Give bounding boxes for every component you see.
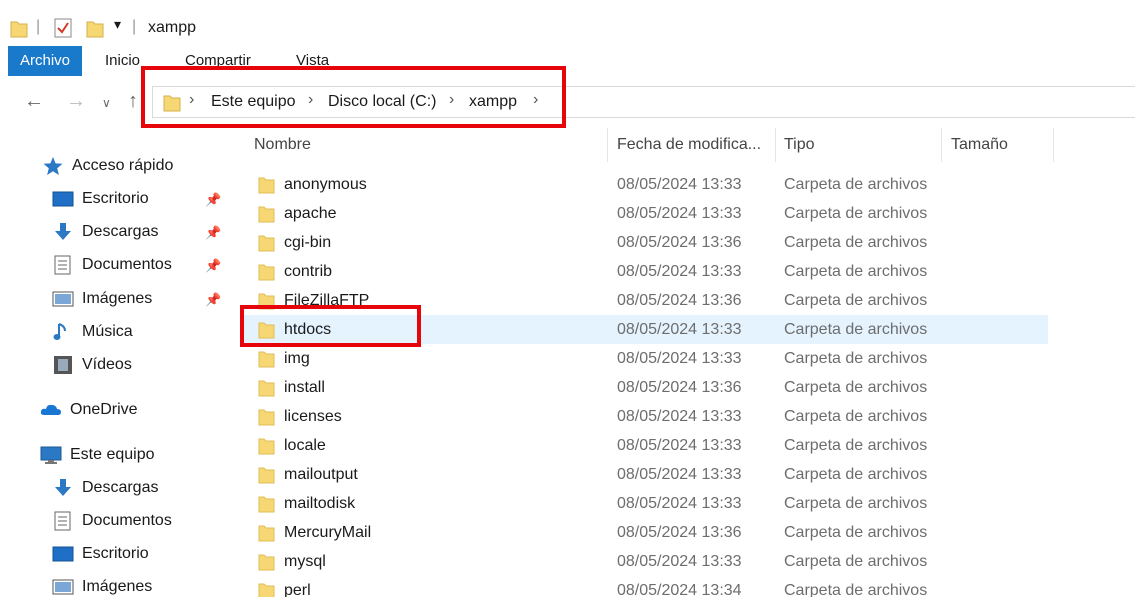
folder-icon	[258, 525, 275, 542]
breadcrumb-separator-icon: ›	[533, 91, 539, 108]
folder-icon	[258, 293, 275, 310]
pin-icon: 📌	[205, 225, 222, 240]
column-divider[interactable]	[607, 128, 608, 162]
folder-icon	[258, 438, 275, 455]
tab-vista[interactable]: Vista	[296, 52, 329, 69]
folder-icon	[258, 409, 275, 426]
file-row[interactable]: mysql 08/05/2024 13:33 Carpeta de archiv…	[240, 547, 1048, 576]
file-row[interactable]: mailoutput 08/05/2024 13:33 Carpeta de a…	[240, 460, 1048, 489]
pin-icon: 📌	[205, 292, 222, 307]
column-header-fecha[interactable]: Fecha de modifica...	[617, 136, 761, 154]
column-divider[interactable]	[941, 128, 942, 162]
folder-icon	[258, 554, 275, 571]
tab-archivo[interactable]: Archivo	[8, 46, 82, 76]
file-row[interactable]: cgi-bin 08/05/2024 13:36 Carpeta de arch…	[240, 228, 1048, 257]
file-row[interactable]: perl 08/05/2024 13:34 Carpeta de archivo…	[240, 576, 1048, 597]
file-row[interactable]: install 08/05/2024 13:36 Carpeta de arch…	[240, 373, 1048, 402]
file-row[interactable]: anonymous 08/05/2024 13:33 Carpeta de ar…	[240, 170, 1048, 199]
file-row[interactable]: mailtodisk 08/05/2024 13:33 Carpeta de a…	[240, 489, 1048, 518]
tab-inicio[interactable]: Inicio	[105, 52, 140, 69]
recent-locations-chevron-icon[interactable]: ∨	[102, 96, 111, 110]
document-icon	[54, 255, 71, 275]
file-row[interactable]: licenses 08/05/2024 13:33 Carpeta de arc…	[240, 402, 1048, 431]
column-header-tipo[interactable]: Tipo	[784, 136, 815, 154]
forward-arrow-icon[interactable]: →	[66, 90, 86, 113]
pictures-icon	[52, 579, 74, 595]
star-icon	[43, 157, 63, 175]
folder-icon	[258, 583, 275, 597]
download-icon	[55, 479, 71, 496]
window-title: xampp	[148, 19, 197, 36]
sort-ascending-icon: ⌃	[422, 122, 433, 136]
pictures-icon	[52, 291, 74, 307]
file-row[interactable]: FileZillaFTP 08/05/2024 13:36 Carpeta de…	[240, 286, 1048, 315]
file-row[interactable]: apache 08/05/2024 13:33 Carpeta de archi…	[240, 199, 1048, 228]
download-icon	[55, 223, 71, 240]
document-icon	[54, 511, 71, 531]
customize-toolbar-icon[interactable]: ▾	[114, 16, 121, 33]
file-row-selected[interactable]: htdocs 08/05/2024 13:33 Carpeta de archi…	[240, 315, 1048, 344]
properties-icon[interactable]	[54, 18, 72, 38]
folder-icon	[163, 95, 181, 112]
column-divider[interactable]	[1053, 128, 1054, 162]
folder-icon	[258, 264, 275, 281]
video-icon	[54, 356, 72, 374]
toolbar-divider: |	[132, 18, 137, 35]
tab-compartir[interactable]: Compartir	[185, 52, 251, 69]
breadcrumb-disco-local[interactable]: Disco local (C:)	[328, 93, 436, 111]
address-bar[interactable]: › Este equipo › Disco local (C:) › xampp…	[152, 86, 1135, 118]
pin-icon: 📌	[205, 192, 222, 207]
folder-icon	[258, 235, 275, 252]
file-row[interactable]: MercuryMail 08/05/2024 13:36 Carpeta de …	[240, 518, 1048, 547]
breadcrumb-este-equipo[interactable]: Este equipo	[211, 93, 296, 111]
file-row[interactable]: img 08/05/2024 13:33 Carpeta de archivos	[240, 344, 1048, 373]
column-headers: ⌃ Nombre Fecha de modifica... Tipo Tamañ…	[240, 122, 1135, 162]
folder-icon	[258, 206, 275, 223]
breadcrumb-separator-icon: ›	[449, 91, 455, 108]
file-row[interactable]: locale 08/05/2024 13:33 Carpeta de archi…	[240, 431, 1048, 460]
folder-icon	[258, 177, 275, 194]
navigation-pane: Acceso rápido Escritorio 📌 Descargas 📌 D…	[0, 140, 232, 597]
new-folder-icon[interactable]	[86, 18, 104, 38]
folder-icon	[258, 467, 275, 484]
file-row[interactable]: contrib 08/05/2024 13:33 Carpeta de arch…	[240, 257, 1048, 286]
folder-icon	[258, 380, 275, 397]
ribbon-tabs: Archivo Inicio Compartir Vista	[0, 46, 1135, 76]
music-icon	[53, 323, 66, 340]
toolbar-divider: |	[36, 18, 41, 35]
desktop-icon	[52, 191, 74, 207]
back-arrow-icon[interactable]: ←	[24, 90, 44, 113]
folder-icon	[258, 351, 275, 368]
column-header-tamano[interactable]: Tamaño	[951, 136, 1008, 154]
column-divider[interactable]	[775, 128, 776, 162]
computer-icon	[40, 446, 62, 464]
folder-icon	[10, 21, 28, 38]
navigation-bar: ← → ∨ ↑ › Este equipo › Disco local (C:)…	[0, 80, 1135, 124]
up-arrow-icon[interactable]: ↑	[128, 90, 138, 113]
folder-icon	[258, 322, 275, 339]
file-list: anonymous 08/05/2024 13:33 Carpeta de ar…	[240, 170, 1135, 597]
breadcrumb-separator-icon: ›	[308, 91, 314, 108]
pin-icon: 📌	[205, 258, 222, 273]
title-bar: | ▾ | xampp	[0, 0, 1135, 44]
desktop-icon	[52, 546, 74, 562]
breadcrumb-separator-icon: ›	[189, 91, 195, 108]
column-header-nombre[interactable]: Nombre	[254, 136, 311, 154]
cloud-icon	[40, 404, 61, 415]
breadcrumb-xampp[interactable]: xampp	[469, 93, 517, 111]
folder-icon	[258, 496, 275, 513]
